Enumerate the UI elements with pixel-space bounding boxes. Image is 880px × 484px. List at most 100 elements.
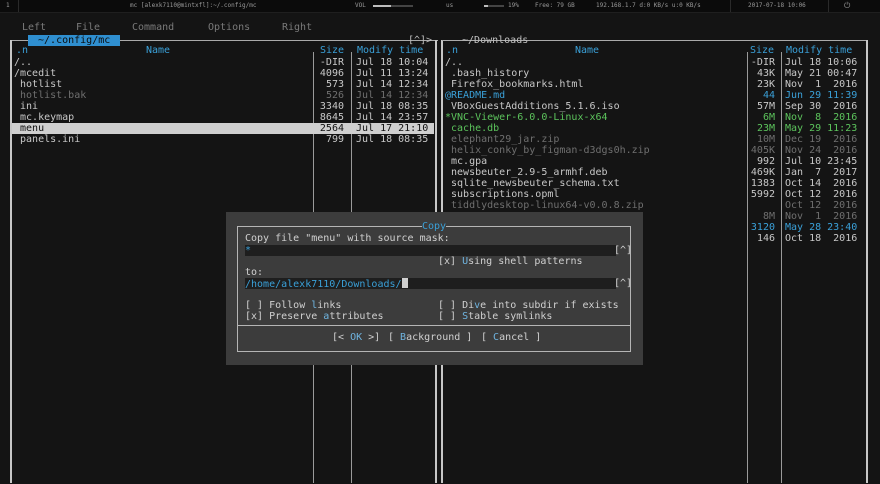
divider <box>18 0 19 12</box>
file-size: 2564 <box>319 123 344 134</box>
file-size: 4096 <box>319 68 344 79</box>
file-row[interactable]: mc.keymap 8645 Jul 14 23:57 <box>12 112 434 123</box>
file-row[interactable]: mc.gpa 992 Jul 10 23:45 <box>443 156 865 167</box>
file-size: 23M <box>756 123 775 134</box>
file-row[interactable]: *VNC-Viewer-6.0.0-Linux-x64 6M Nov 8 2016 <box>443 112 865 123</box>
file-modify-time: Jul 10 23:45 <box>785 156 858 167</box>
right-panel-border <box>866 40 868 483</box>
file-name: subscriptions.opml <box>445 189 560 200</box>
file-name: *VNC-Viewer-6.0.0-Linux-x64 <box>445 112 608 123</box>
file-name: /.. <box>14 57 33 68</box>
file-row[interactable]: VBoxGuestAdditions_5.1.6.iso 57M Sep 30 20… <box>443 101 865 112</box>
file-row[interactable]: elephant29_jar.zip 10M Dec 19 2016 <box>443 134 865 145</box>
preserve-attributes-checkbox[interactable]: [x] Preserve attributes <box>245 311 384 322</box>
menu-left[interactable]: Left <box>22 22 46 33</box>
file-name: mc.gpa <box>445 156 488 167</box>
window-title: mc [alexk7110@mintxfl]:~/.config/mc <box>130 2 257 9</box>
file-row[interactable]: /.. -DIR Jul 18 10:06 <box>443 57 865 68</box>
right-panel-path[interactable]: ~/Downloads <box>452 35 538 46</box>
file-modify-time: Jan 7 2017 <box>785 167 858 178</box>
file-name: hotlist.bak <box>14 90 87 101</box>
source-mask-input[interactable]: * <box>245 245 616 256</box>
file-size: -DIR <box>750 57 775 68</box>
ok-button[interactable]: [< OK >] <box>332 332 380 343</box>
file-modify-time: Nov 1 2016 <box>785 79 858 90</box>
file-row[interactable]: Firefox_bookmarks.html 23K Nov 1 2016 <box>443 79 865 90</box>
file-row[interactable]: helix_conky_by_figman-d3dgs0h.zip 405K Nov… <box>443 145 865 156</box>
file-row[interactable]: @README.md 44 Jun 29 11:39 <box>443 90 865 101</box>
menu-right[interactable]: Right <box>282 22 312 33</box>
file-size: 8M <box>762 211 775 222</box>
file-row[interactable]: /.. -DIR Jul 18 10:04 <box>12 57 434 68</box>
file-row[interactable]: menu 2564 Jul 17 21:10 <box>12 123 434 134</box>
file-row[interactable]: hotlist 573 Jul 14 12:34 <box>12 79 434 90</box>
destination-history-button[interactable]: [^] <box>614 278 632 289</box>
file-name: hotlist <box>14 79 63 90</box>
source-history-button[interactable]: [^] <box>614 245 632 256</box>
file-size: 23K <box>756 79 775 90</box>
network-status: 192.168.1.7 d:0 KB/s u:0 KB/s <box>596 2 701 9</box>
file-size: 43K <box>756 68 775 79</box>
workspace-indicator[interactable]: 1 <box>6 2 10 9</box>
file-row[interactable]: cache.db 23M May 29 11:23 <box>443 123 865 134</box>
file-name: panels.ini <box>14 134 81 145</box>
ram-bar <box>484 5 504 7</box>
file-modify-time: Jul 18 08:35 <box>356 134 429 145</box>
file-name: VBoxGuestAdditions_5.1.6.iso <box>445 101 620 112</box>
file-name: @README.md <box>445 90 506 101</box>
file-name: ini <box>14 101 39 112</box>
file-modify-time: Oct 12 2016 <box>785 189 858 200</box>
menu-options[interactable]: Options <box>208 22 250 33</box>
left-header-n: .n <box>16 45 29 56</box>
volume-level <box>373 5 391 7</box>
file-modify-time: Oct 14 2016 <box>785 178 858 189</box>
dialog-divider <box>238 325 630 326</box>
file-modify-time: Jun 29 11:39 <box>785 90 858 101</box>
file-name: /mcedit <box>14 68 57 79</box>
file-modify-time: Jul 18 10:04 <box>356 57 429 68</box>
file-row[interactable]: tiddlydesktop-linux64-v0.0.8.zip Oct 12 2… <box>443 200 865 211</box>
file-row[interactable]: /mcedit 4096 Jul 11 13:24 <box>12 68 434 79</box>
file-row[interactable]: hotlist.bak 526 Jul 14 12:34 <box>12 90 434 101</box>
left-header-name[interactable]: Name <box>146 45 170 56</box>
top-status-bar: 1 mc [alexk7110@mintxfl]:~/.config/mc VO… <box>0 0 880 13</box>
shell-patterns-checkbox[interactable]: [x] Using shell patterns <box>438 256 583 267</box>
file-modify-time: May 29 11:23 <box>785 123 858 134</box>
file-size: 405K <box>750 145 775 156</box>
power-icon[interactable]: ⏻ <box>844 1 850 11</box>
left-panel-path[interactable]: ~/.config/mc <box>28 35 121 46</box>
file-row[interactable]: subscriptions.opml 5992 Oct 12 2016 <box>443 189 865 200</box>
cancel-button[interactable]: [ Cancel ] <box>481 332 541 343</box>
file-row[interactable]: ini 3340 Jul 18 08:35 <box>12 101 434 112</box>
file-row[interactable]: sqlite_newsbeuter_schema.txt 1383 Oct 14 2… <box>443 178 865 189</box>
file-name: /.. <box>445 57 464 68</box>
volume-slider[interactable] <box>373 5 413 7</box>
right-header-n: .n <box>446 45 459 56</box>
file-size: 469K <box>750 167 775 178</box>
left-header-modify[interactable]: Modify time <box>357 45 423 56</box>
destination-input[interactable]: /home/alexk7110/Downloads/ <box>245 278 616 290</box>
file-modify-time: Oct 12 2016 <box>785 200 858 211</box>
right-header-modify[interactable]: Modify time <box>786 45 852 56</box>
file-modify-time: Nov 24 2016 <box>785 145 858 156</box>
volume-label: VOL <box>355 2 366 9</box>
file-row[interactable]: newsbeuter_2.9-5_armhf.deb 469K Jan 7 2017 <box>443 167 865 178</box>
file-row[interactable]: panels.ini 799 Jul 18 08:35 <box>12 134 434 145</box>
menu-command[interactable]: Command <box>132 22 174 33</box>
left-header-size[interactable]: Size <box>320 45 344 56</box>
datetime: 2017-07-18 10:06 <box>748 2 806 9</box>
follow-links-checkbox[interactable]: [ ] Follow links <box>245 300 341 311</box>
right-header-name[interactable]: Name <box>575 45 599 56</box>
right-header-size[interactable]: Size <box>750 45 774 56</box>
stable-symlinks-checkbox[interactable]: [ ] Stable symlinks <box>438 311 552 322</box>
file-name: newsbeuter_2.9-5_armhf.deb <box>445 167 608 178</box>
file-modify-time: Jul 17 21:10 <box>356 123 429 134</box>
divider <box>828 0 829 12</box>
volume-value: us <box>446 2 454 9</box>
file-size: 3120 <box>750 222 775 233</box>
background-button[interactable]: [ Background ] <box>388 332 472 343</box>
dive-into-subdir-checkbox[interactable]: [ ] Dive into subdir if exists <box>438 300 619 311</box>
file-modify-time: Sep 30 2016 <box>785 101 858 112</box>
file-row[interactable]: .bash_history 43K May 21 00:47 <box>443 68 865 79</box>
menu-file[interactable]: File <box>76 22 100 33</box>
